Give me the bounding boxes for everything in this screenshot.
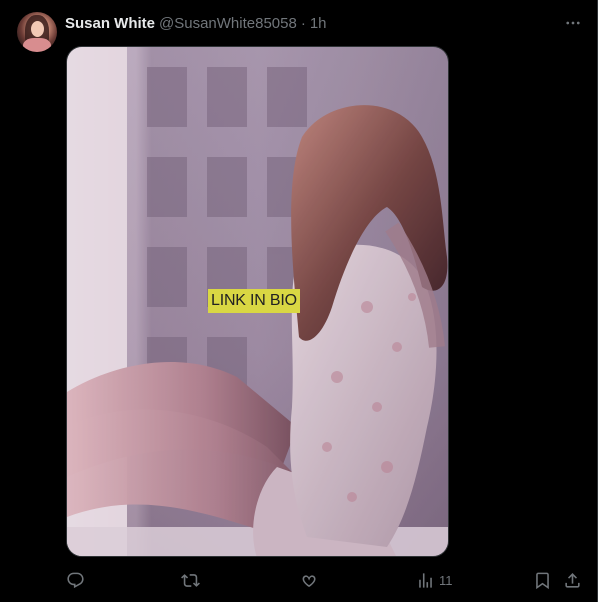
bookmark-icon bbox=[536, 572, 549, 589]
like-button[interactable] bbox=[299, 566, 318, 594]
avatar-face-shape bbox=[31, 21, 44, 37]
views-chart-icon bbox=[419, 572, 432, 588]
tweet-post[interactable]: Susan White @SusanWhite85058 · 1h LINK I… bbox=[0, 0, 598, 602]
views-count: 11 bbox=[439, 572, 453, 588]
views-button[interactable]: 11 bbox=[416, 566, 453, 594]
more-options-button[interactable] bbox=[561, 11, 585, 35]
share-icon bbox=[565, 572, 580, 588]
heart-icon bbox=[302, 574, 316, 587]
reply-icon bbox=[67, 572, 84, 588]
repost-icon bbox=[181, 573, 200, 587]
header-separator: · bbox=[300, 14, 306, 32]
post-header: Susan White @SusanWhite85058 · 1h bbox=[65, 13, 327, 33]
share-button[interactable] bbox=[563, 566, 582, 594]
author-handle[interactable]: @SusanWhite85058 bbox=[159, 15, 297, 32]
reply-button[interactable] bbox=[66, 566, 85, 594]
avatar-shirt-shape bbox=[23, 38, 51, 52]
post-action-bar: 11 bbox=[0, 566, 598, 594]
author-avatar[interactable] bbox=[17, 12, 57, 52]
image-overlay-caption: LINK IN BIO bbox=[208, 289, 300, 313]
bookmark-button[interactable] bbox=[533, 566, 552, 594]
post-timestamp[interactable]: 1h bbox=[310, 15, 327, 32]
repost-button[interactable] bbox=[181, 566, 200, 594]
author-name[interactable]: Susan White bbox=[65, 15, 155, 32]
more-dots-icon bbox=[566, 21, 580, 25]
